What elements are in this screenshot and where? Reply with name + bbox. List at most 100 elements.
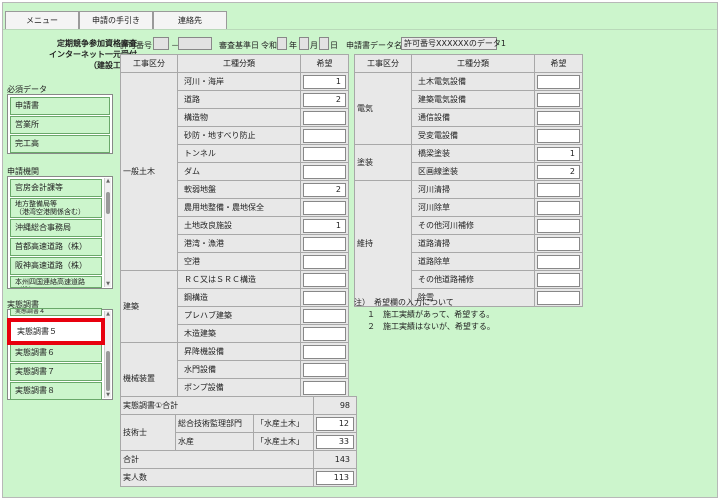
app-window: メニュー 申請の手引き 連絡先 定期競争参加資格審査 インターネット一元受付 （… (2, 2, 718, 498)
wish-cell (300, 270, 349, 289)
list-item-agency[interactable]: 本州四国連絡高速道路 （株） (10, 276, 102, 288)
work-type-cell: ポンプ設備 (177, 378, 301, 397)
wish-input[interactable] (537, 272, 580, 287)
list-item-survey-5-selected[interactable]: 実態調書５ (7, 318, 105, 345)
actual-people-input[interactable]: 113 (316, 470, 355, 485)
work-type-cell: 空港 (177, 252, 301, 271)
wish-input[interactable] (303, 326, 346, 341)
category-cell: 建築 (120, 270, 178, 343)
agencies-scrollbar[interactable]: ▲ ▼ (104, 178, 111, 287)
engineer-dept: 水産 (175, 432, 254, 451)
wish-cell (300, 234, 349, 253)
wish-input[interactable] (303, 110, 346, 125)
wish-input[interactable] (537, 182, 580, 197)
work-type-cell: トンネル (177, 144, 301, 163)
wish-input[interactable] (537, 290, 580, 305)
scroll-thumb[interactable] (106, 351, 110, 391)
wish-input[interactable] (303, 128, 346, 143)
wish-input[interactable]: 2 (303, 182, 346, 197)
scroll-up-icon[interactable]: ▲ (105, 178, 111, 184)
era-label: 令和 (261, 41, 277, 50)
wish-input[interactable] (537, 74, 580, 89)
table-row: 機械装置 昇降機設備 (120, 342, 349, 415)
wish-input[interactable] (537, 92, 580, 107)
list-item-completion[interactable]: 完工高 (10, 135, 110, 153)
summary-total-label: 実態調書①合計 (119, 396, 315, 415)
scroll-down-icon[interactable]: ▼ (105, 281, 111, 287)
survey-scrollbar[interactable]: ▲ ▼ (104, 311, 111, 398)
list-item-agency[interactable]: 地方整備局等 （港湾空港関係含む） (10, 198, 102, 218)
month-field[interactable] (299, 37, 309, 50)
list-item-survey-8[interactable]: 実態調書８ (10, 382, 102, 400)
wish-input[interactable] (303, 290, 346, 305)
list-item-survey-6[interactable]: 実態調書６ (10, 344, 102, 362)
wish-cell: 1 (300, 216, 349, 235)
wish-cell: 2 (534, 162, 583, 181)
wish-cell (300, 306, 349, 325)
wish-input[interactable] (303, 164, 346, 179)
wish-cell (534, 90, 583, 109)
wish-cell (300, 162, 349, 181)
permit-prefix-select[interactable] (153, 37, 169, 50)
work-type-cell: ダム (177, 162, 301, 181)
wish-input[interactable] (303, 200, 346, 215)
wish-input[interactable]: 2 (537, 164, 580, 179)
work-type-cell: 土木電気設備 (411, 72, 535, 91)
list-item-agency[interactable]: 官房会計課等 (10, 179, 102, 197)
list-item-survey-4[interactable]: 実態調書４ (10, 308, 102, 316)
wish-input[interactable] (303, 362, 346, 377)
work-type-cell: 鋼構造 (177, 288, 301, 307)
wish-cell (300, 360, 349, 379)
work-type-cell: 河川・海岸 (177, 72, 301, 91)
wish-cell (534, 126, 583, 145)
work-type-cell: 昇降機設備 (177, 342, 301, 361)
wish-input[interactable] (537, 110, 580, 125)
list-item-agency[interactable]: 阪神高速道路（株） (10, 257, 102, 275)
list-item-office[interactable]: 営業所 (10, 116, 110, 134)
wish-input[interactable] (537, 236, 580, 251)
review-date-label: 審査基準日 (219, 41, 259, 50)
wish-input[interactable] (303, 272, 346, 287)
wish-cell (534, 288, 583, 307)
wish-input[interactable] (537, 218, 580, 233)
tab-contact[interactable]: 連絡先 (153, 11, 227, 29)
wish-input[interactable] (303, 146, 346, 161)
wish-input[interactable] (303, 308, 346, 323)
work-type-cell: 港湾・漁港 (177, 234, 301, 253)
wish-input[interactable] (303, 344, 346, 359)
actual-people-label: 実人数 (119, 468, 315, 487)
engineer-field: 「水産土木」 (252, 414, 315, 433)
list-item-agency[interactable]: 沖縄総合事務局 (10, 219, 102, 237)
list-item-agency[interactable]: 首都高速道路（株） (10, 238, 102, 256)
wish-input[interactable] (303, 236, 346, 251)
tab-menu[interactable]: メニュー (5, 11, 79, 29)
work-type-cell: 道路清掃 (411, 234, 535, 253)
scroll-thumb[interactable] (106, 192, 110, 214)
list-item-application[interactable]: 申請書 (10, 97, 110, 115)
wish-input[interactable]: 1 (303, 74, 346, 89)
scroll-down-icon[interactable]: ▼ (105, 392, 111, 398)
wish-input[interactable] (303, 380, 346, 395)
list-item-survey-7[interactable]: 実態調書７ (10, 363, 102, 381)
work-type-cell: 道路 (177, 90, 301, 109)
wish-cell (534, 108, 583, 127)
wish-input[interactable]: 1 (303, 218, 346, 233)
wish-input[interactable] (537, 200, 580, 215)
work-type-cell: 土地改良施設 (177, 216, 301, 235)
wish-input[interactable] (537, 254, 580, 269)
day-field[interactable] (319, 37, 329, 50)
table-row: 建築 ＲＣ又はＳＲＣ構造 (120, 270, 349, 343)
wish-cell (300, 144, 349, 163)
wish-cell: 2 (300, 180, 349, 199)
engineer-count-input[interactable]: 12 (316, 416, 355, 431)
wish-input[interactable] (303, 254, 346, 269)
wish-input[interactable]: 2 (303, 92, 346, 107)
tab-guide[interactable]: 申請の手引き (79, 11, 153, 29)
permit-number-field[interactable] (178, 37, 212, 50)
wish-input[interactable] (537, 128, 580, 143)
scroll-up-icon[interactable]: ▲ (105, 311, 111, 317)
year-field[interactable] (277, 37, 287, 50)
wish-input[interactable]: 1 (537, 146, 580, 161)
engineer-count-input[interactable]: 33 (316, 434, 355, 449)
wish-cell (300, 108, 349, 127)
